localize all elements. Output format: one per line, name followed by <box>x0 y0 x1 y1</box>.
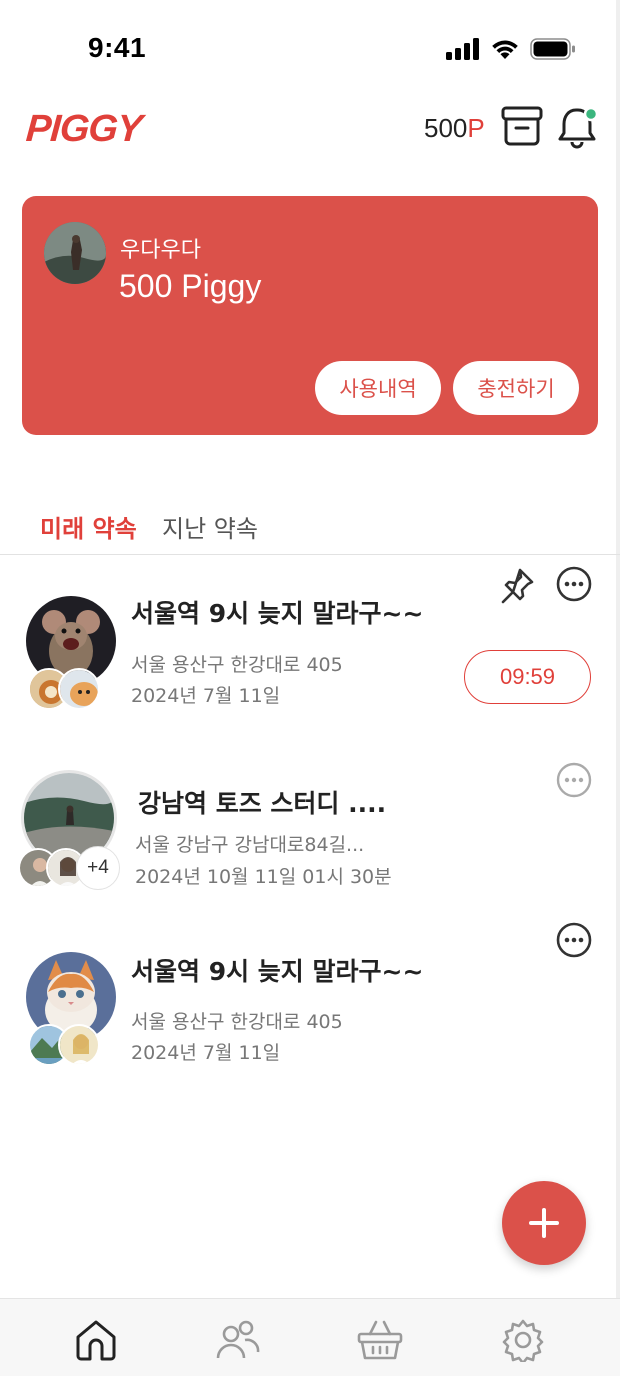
charge-button[interactable]: 충전하기 <box>453 361 579 415</box>
points-display[interactable]: 500P <box>424 113 485 144</box>
friends-icon[interactable] <box>215 1318 261 1362</box>
pin-icon[interactable] <box>498 566 536 604</box>
appointment-address: 서울 용산구 한강대로 405 <box>131 1011 343 1033</box>
appointment-address: 서울 용산구 한강대로 405 <box>131 654 343 676</box>
more-icon[interactable] <box>556 762 592 798</box>
appointment-address: 서울 강남구 강남대로84길... <box>135 834 365 856</box>
battery-icon <box>530 38 575 60</box>
member-avatar <box>58 1024 100 1066</box>
add-appointment-button[interactable] <box>502 1181 586 1265</box>
basket-icon[interactable] <box>356 1318 404 1362</box>
settings-icon[interactable] <box>501 1318 545 1362</box>
countdown-timer-badge[interactable]: 09:59 <box>464 650 591 704</box>
tab-future-appointments[interactable]: 미래 약속 <box>40 509 137 544</box>
appointment-date: 2024년 7월 11일 <box>131 685 281 707</box>
plus-icon <box>529 1208 559 1238</box>
archive-icon[interactable] <box>500 104 544 148</box>
app-logo: PIGGY <box>24 108 143 150</box>
status-time: 9:41 <box>88 32 147 63</box>
appointment-title: 강남역 토즈 스터디 .... <box>138 789 387 818</box>
tabs-divider <box>0 554 620 555</box>
bell-icon[interactable] <box>556 104 602 150</box>
tab-past-appointments[interactable]: 지난 약속 <box>162 509 258 544</box>
user-avatar <box>44 222 106 284</box>
wallet-balance: 500 Piggy <box>119 268 262 304</box>
more-icon[interactable] <box>556 566 592 602</box>
home-icon[interactable] <box>74 1318 118 1362</box>
appointment-date: 2024년 7월 11일 <box>131 1042 281 1064</box>
status-icons <box>446 38 576 60</box>
points-unit: P <box>467 113 485 143</box>
extra-members-count: +4 <box>76 846 120 890</box>
wallet-user-name: 우다우다 <box>120 238 201 263</box>
more-icon[interactable] <box>556 922 592 958</box>
usage-history-button[interactable]: 사용내역 <box>315 361 441 415</box>
wifi-icon <box>492 40 518 59</box>
points-value: 500 <box>424 113 468 143</box>
signal-icon <box>446 38 479 60</box>
screen-edge <box>616 0 620 1376</box>
appointment-date: 2024년 10월 11일 01시 30분 <box>135 866 392 888</box>
appointment-title: 서울역 9시 늦지 말라구~~ <box>131 957 424 986</box>
appointment-title: 서울역 9시 늦지 말라구~~ <box>131 599 424 628</box>
member-avatar <box>58 668 100 710</box>
